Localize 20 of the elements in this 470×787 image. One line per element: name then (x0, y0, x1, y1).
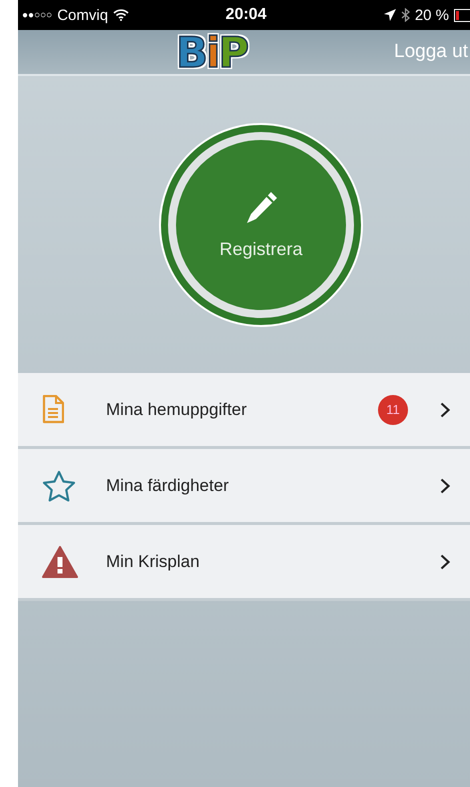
wifi-icon (113, 9, 130, 21)
signal-dots: ●●○○○ (22, 10, 52, 20)
clock-time: 20:04 (226, 6, 266, 24)
menu-item[interactable]: Mina färdigheter (18, 449, 470, 525)
count-badge: 11 (378, 394, 408, 424)
register-button[interactable]: Registrera (161, 124, 361, 324)
bluetooth-icon (400, 8, 410, 22)
menu-item[interactable]: Min Krisplan (18, 525, 470, 601)
carrier-name: Comviq (57, 6, 108, 24)
menu-item[interactable]: Mina hemuppgifter 11 (18, 373, 470, 449)
document-icon (42, 395, 64, 424)
chevron-right-icon (440, 554, 450, 570)
chevron-right-icon (440, 402, 450, 418)
battery-percent: 20 % (414, 6, 450, 24)
chevron-right-icon (440, 478, 450, 494)
warning-icon (42, 546, 78, 578)
location-arrow-icon (384, 9, 396, 21)
battery-icon (454, 8, 470, 22)
bip-logo: BiP (176, 28, 248, 77)
star-icon (42, 470, 76, 502)
